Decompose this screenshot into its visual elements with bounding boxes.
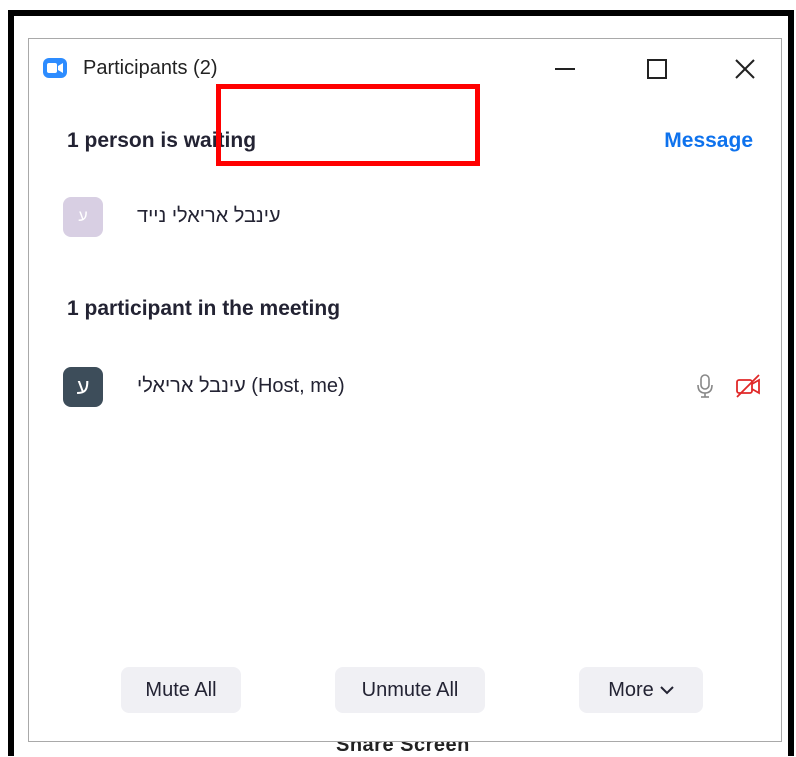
video-off-icon[interactable]	[735, 373, 761, 399]
more-label: More	[608, 678, 654, 701]
mute-all-button[interactable]: Mute All	[121, 667, 241, 713]
close-icon	[735, 59, 755, 79]
more-button[interactable]: More	[579, 667, 703, 713]
chevron-down-icon	[660, 686, 674, 695]
avatar: ע	[63, 197, 103, 237]
close-button[interactable]	[725, 49, 765, 89]
red-highlight-box	[216, 84, 480, 166]
participant-name: עינבל אריאלי (Host, me)	[137, 375, 345, 397]
avatar: ע	[63, 367, 103, 407]
participant-status-icons	[695, 373, 761, 399]
window-title: Participants (2)	[83, 57, 218, 79]
minimize-button[interactable]	[545, 49, 585, 89]
waiting-participant-row[interactable]: ע עינבל אריאלי נייד	[63, 197, 761, 237]
message-button[interactable]: Message	[664, 129, 753, 153]
maximize-icon	[647, 59, 667, 79]
maximize-button[interactable]	[637, 49, 677, 89]
meeting-heading: 1 participant in the meeting	[67, 297, 341, 320]
unmute-all-button[interactable]: Unmute All	[335, 667, 485, 713]
zoom-logo-icon	[43, 58, 67, 78]
participant-name: עינבל אריאלי נייד	[137, 205, 281, 227]
microphone-icon[interactable]	[695, 373, 715, 399]
minimize-icon	[555, 68, 575, 70]
meeting-participant-row[interactable]: ע עינבל אריאלי (Host, me)	[63, 367, 761, 407]
